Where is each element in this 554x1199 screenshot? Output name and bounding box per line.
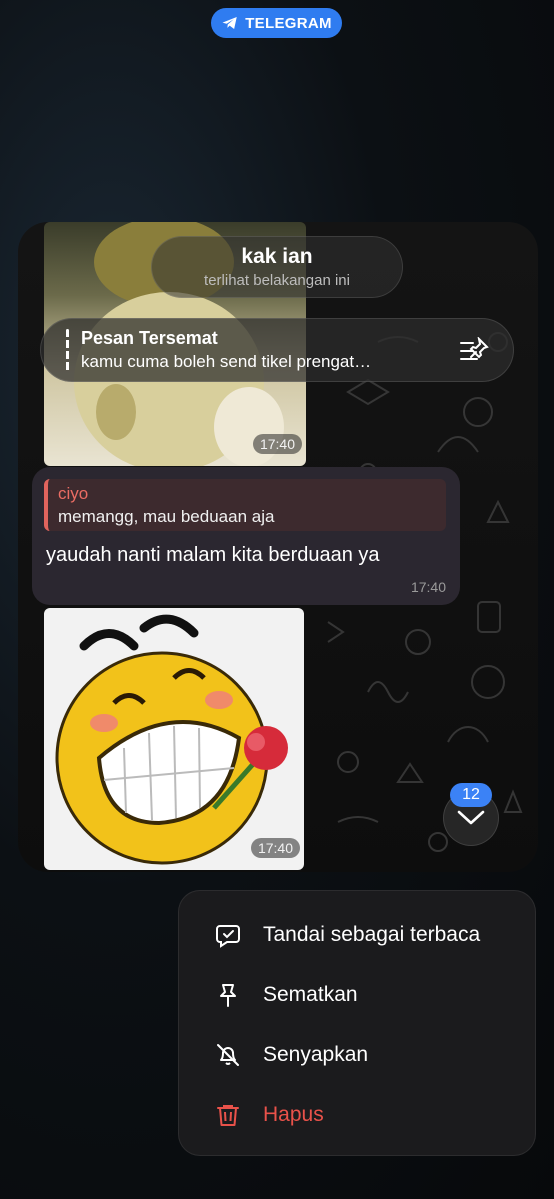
laughing-emoji-sticker	[55, 614, 288, 865]
sticker-timestamp: 17:40	[250, 838, 300, 858]
pinned-list-icon[interactable]	[459, 337, 491, 365]
sticker-message[interactable]: 17:40	[44, 608, 304, 870]
context-menu: Tandai sebagai terbaca Sematkan Senyapka…	[178, 890, 536, 1156]
pinned-indicator	[66, 329, 69, 373]
message-bubble[interactable]: ciyo memangg, mau beduaan aja yaudah nan…	[32, 467, 460, 605]
menu-item-delete[interactable]: Hapus	[179, 1085, 535, 1145]
reply-text: memangg, mau beduaan aja	[58, 507, 275, 526]
message-timestamp: 17:40	[410, 579, 446, 595]
telegram-app-badge: TELEGRAM	[211, 8, 342, 38]
photo-timestamp: 17:40	[252, 434, 302, 454]
pinned-message-bar[interactable]: Pesan Tersemat kamu cuma boleh send tike…	[40, 318, 514, 382]
chat-title: kak ian	[241, 245, 313, 268]
reply-quote[interactable]: ciyo memangg, mau beduaan aja	[44, 479, 446, 531]
telegram-icon	[222, 17, 237, 29]
menu-item-mute[interactable]: Senyapkan	[179, 1025, 535, 1085]
bell-off-icon	[217, 1044, 239, 1066]
chat-last-seen: terlihat belakangan ini	[204, 272, 350, 289]
pinned-title: Pesan Tersemat	[81, 328, 218, 348]
menu-item-pin[interactable]: Sematkan	[179, 965, 535, 1025]
menu-item-label: Sematkan	[263, 983, 358, 1006]
reply-author: ciyo	[58, 484, 89, 503]
chat-header[interactable]: kak ian terlihat belakangan ini	[151, 236, 403, 298]
menu-item-label: Senyapkan	[263, 1043, 369, 1066]
chat-preview[interactable]: 17:40 kak ian terlihat belakangan ini Pe…	[18, 222, 538, 872]
message-text: yaudah nanti malam kita berduaan ya	[46, 544, 380, 566]
chevron-down-icon	[457, 810, 485, 825]
menu-item-mark-read[interactable]: Tandai sebagai terbaca	[179, 905, 535, 965]
menu-item-label: Hapus	[263, 1103, 324, 1126]
trash-icon	[217, 1105, 239, 1126]
pin-icon	[220, 984, 236, 1007]
menu-item-label: Tandai sebagai terbaca	[263, 923, 481, 946]
unread-count-badge: 12	[450, 783, 492, 807]
app-badge-label: TELEGRAM	[245, 14, 332, 32]
pinned-text: kamu cuma boleh send tikel prengat…	[81, 352, 372, 371]
mark-read-icon	[216, 925, 240, 948]
